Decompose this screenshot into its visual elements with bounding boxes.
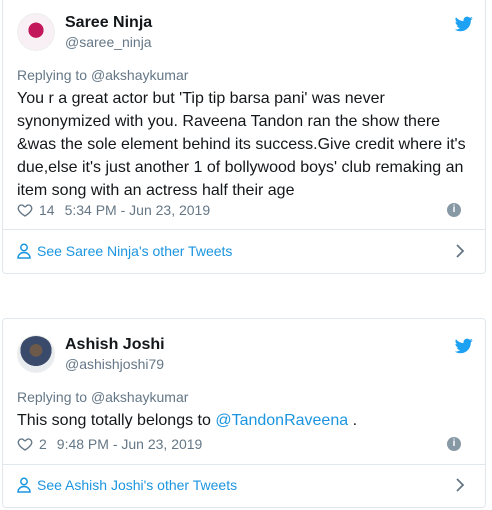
tweet-card-saree-ninja: Saree Ninja @saree_ninja Replying to @ak… xyxy=(2,0,486,274)
tweet-meta: 2 9:48 PM - Jun 23, 2019 i xyxy=(17,435,473,453)
see-other-tweets-label[interactable]: See Saree Ninja's other Tweets xyxy=(37,243,232,259)
like-count: 2 xyxy=(39,436,47,452)
timestamp[interactable]: 5:34 PM - Jun 23, 2019 xyxy=(65,202,211,218)
person-icon xyxy=(17,477,31,493)
divider xyxy=(3,464,485,465)
author-handle[interactable]: @saree_ninja xyxy=(65,34,152,50)
heart-icon[interactable] xyxy=(17,436,33,452)
author-handle[interactable]: @ashishjoshi79 xyxy=(65,356,164,372)
chevron-right-icon[interactable] xyxy=(455,477,465,493)
divider xyxy=(3,229,485,230)
replying-to: Replying to @akshaykumar xyxy=(17,389,188,405)
tweet-header: Saree Ninja @saree_ninja xyxy=(17,13,473,59)
chevron-right-icon[interactable] xyxy=(455,243,465,259)
timestamp[interactable]: 9:48 PM - Jun 23, 2019 xyxy=(57,436,203,452)
twitter-bird-icon[interactable] xyxy=(455,338,473,354)
like-count: 14 xyxy=(39,202,55,218)
heart-icon[interactable] xyxy=(17,202,33,218)
replying-mention-link[interactable]: @akshaykumar xyxy=(91,67,188,83)
replying-to: Replying to @akshaykumar xyxy=(17,67,188,83)
replying-mention-link[interactable]: @akshaykumar xyxy=(91,389,188,405)
see-other-tweets-label[interactable]: See Ashish Joshi's other Tweets xyxy=(37,477,237,493)
twitter-bird-icon[interactable] xyxy=(455,16,473,32)
info-icon[interactable]: i xyxy=(447,203,461,217)
info-icon[interactable]: i xyxy=(447,437,461,451)
avatar[interactable] xyxy=(17,335,55,373)
replying-prefix: Replying to xyxy=(17,67,91,83)
tweet-header: Ashish Joshi @ashishjoshi79 xyxy=(17,335,473,381)
tweet-meta: 14 5:34 PM - Jun 23, 2019 i xyxy=(17,201,473,219)
see-other-tweets-link[interactable]: See Ashish Joshi's other Tweets xyxy=(17,475,471,495)
tweet-text: You r a great actor but 'Tip tip barsa p… xyxy=(17,90,466,199)
author-name[interactable]: Saree Ninja xyxy=(65,14,152,32)
see-other-tweets-link[interactable]: See Saree Ninja's other Tweets xyxy=(17,241,471,261)
tweet-text-after: . xyxy=(348,412,358,429)
mention-link[interactable]: @TandonRaveena xyxy=(215,412,348,429)
avatar[interactable] xyxy=(17,13,55,51)
tweet-text: This song totally belongs to @TandonRave… xyxy=(17,409,477,432)
replying-prefix: Replying to xyxy=(17,389,91,405)
tweet-card-ashish-joshi: Ashish Joshi @ashishjoshi79 Replying to … xyxy=(2,318,486,508)
tweet-text-before: This song totally belongs to xyxy=(17,412,216,429)
author-name[interactable]: Ashish Joshi xyxy=(65,336,165,354)
person-icon xyxy=(17,243,31,259)
